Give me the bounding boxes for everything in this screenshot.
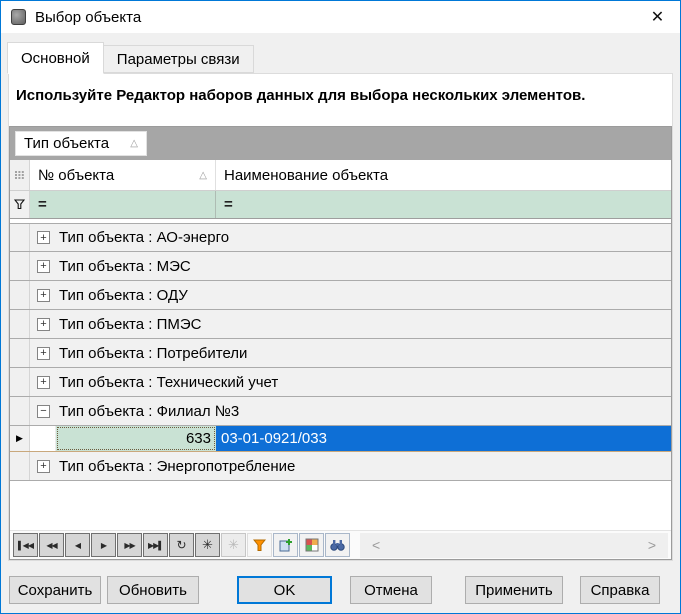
layout-grid-icon bbox=[305, 538, 319, 552]
sort-asc-icon: △ bbox=[130, 138, 138, 149]
group-row-label: Тип объекта : ОДУ bbox=[59, 287, 188, 304]
group-by-column-chip[interactable]: Тип объекта △ bbox=[15, 131, 147, 156]
nav-append-button[interactable]: ✳ bbox=[195, 533, 220, 557]
nav-first-button[interactable]: ▌◀◀ bbox=[13, 533, 38, 557]
group-row[interactable]: + Тип объекта : ПМЭС bbox=[10, 310, 671, 339]
group-row-expanded[interactable]: − Тип объекта : Филиал №3 bbox=[10, 397, 671, 426]
nav-last-button[interactable]: ▶▶▌ bbox=[143, 533, 168, 557]
column-header-row: № объекта △ Наименование объекта bbox=[10, 160, 671, 190]
selected-data-row[interactable]: ▶ 633 03-01-0921/033 bbox=[10, 426, 671, 452]
expand-icon[interactable]: + bbox=[37, 376, 50, 389]
nav-customize-layout-button[interactable] bbox=[299, 533, 324, 557]
nav-refresh-button[interactable]: ↻ bbox=[169, 533, 194, 557]
binoculars-icon bbox=[330, 539, 345, 551]
horizontal-scrollbar[interactable]: < > bbox=[360, 533, 668, 558]
grid-rows-area: + Тип объекта : АО-энерго + Тип объекта … bbox=[10, 219, 671, 530]
tab-params[interactable]: Параметры связи bbox=[104, 45, 254, 73]
group-row-label: Тип объекта : АО-энерго bbox=[59, 229, 229, 246]
instruction-text: Используйте Редактор наборов данных для … bbox=[16, 87, 585, 104]
dialog-button-bar: Сохранить Обновить OK Отмена Применить С… bbox=[1, 561, 680, 613]
column-header-number[interactable]: № объекта △ bbox=[30, 160, 216, 190]
nav-prior-page-button[interactable]: ◀◀ bbox=[39, 533, 64, 557]
title-bar: Выбор объекта ✕ bbox=[1, 1, 680, 33]
group-by-label: Тип объекта bbox=[24, 135, 109, 152]
auto-filter-row: = = bbox=[10, 190, 671, 219]
scroll-left-icon[interactable]: < bbox=[372, 537, 380, 553]
group-row-label: Тип объекта : Филиал №3 bbox=[59, 403, 239, 420]
filter-cell-name[interactable]: = bbox=[216, 191, 671, 218]
column-header-number-label: № объекта bbox=[38, 167, 114, 184]
expand-icon[interactable]: + bbox=[37, 289, 50, 302]
group-row[interactable]: + Тип объекта : МЭС bbox=[10, 252, 671, 281]
ok-button[interactable]: OK bbox=[237, 576, 332, 604]
filter-funnel-orange-icon bbox=[253, 539, 266, 552]
nav-add-object-button[interactable] bbox=[273, 533, 298, 557]
help-button[interactable]: Справка bbox=[580, 576, 660, 604]
close-icon[interactable]: ✕ bbox=[635, 1, 680, 32]
cell-object-number[interactable]: 633 bbox=[56, 426, 216, 451]
group-row-label: Тип объекта : Энергопотребление bbox=[59, 458, 295, 475]
column-header-name-label: Наименование объекта bbox=[224, 167, 388, 184]
nav-next-page-button[interactable]: ▶▶ bbox=[117, 533, 142, 557]
group-row[interactable]: + Тип объекта : Энергопотребление bbox=[10, 452, 671, 481]
refresh-button[interactable]: Обновить bbox=[107, 576, 199, 604]
expand-icon[interactable]: + bbox=[37, 260, 50, 273]
group-row[interactable]: + Тип объекта : Потребители bbox=[10, 339, 671, 368]
cancel-button[interactable]: Отмена bbox=[350, 576, 432, 604]
group-by-panel: Тип объекта △ bbox=[10, 127, 671, 160]
group-row-label: Тип объекта : МЭС bbox=[59, 258, 191, 275]
tab-main[interactable]: Основной bbox=[7, 42, 104, 74]
group-row-label: Тип объекта : Технический учет bbox=[59, 374, 278, 391]
expand-icon[interactable]: + bbox=[37, 231, 50, 244]
group-row-label: Тип объекта : ПМЭС bbox=[59, 316, 202, 333]
collapse-icon[interactable]: − bbox=[37, 405, 50, 418]
apply-button[interactable]: Применить bbox=[465, 576, 563, 604]
filter-funnel-icon bbox=[14, 199, 25, 210]
data-grid: Тип объекта △ № объекта △ bbox=[9, 126, 672, 560]
nav-find-button[interactable] bbox=[325, 533, 350, 557]
group-row-label: Тип объекта : Потребители bbox=[59, 345, 247, 362]
sort-asc-icon: △ bbox=[199, 170, 207, 181]
dialog-window: Выбор объекта ✕ Основной Параметры связи… bbox=[0, 0, 681, 614]
group-row[interactable]: + Тип объекта : Технический учет bbox=[10, 368, 671, 397]
nav-next-button[interactable]: ▶ bbox=[91, 533, 116, 557]
data-navigator: ▌◀◀ ◀◀ ◀ ▶ ▶▶ ▶▶▌ ↻ ✳ ✳ bbox=[10, 530, 671, 559]
expand-icon[interactable]: + bbox=[37, 347, 50, 360]
indicator-menu-icon bbox=[15, 170, 25, 180]
group-row[interactable]: + Тип объекта : ОДУ bbox=[10, 281, 671, 310]
row-indicator: ▶ bbox=[10, 426, 30, 451]
tab-page: Используйте Редактор наборов данных для … bbox=[8, 73, 673, 561]
tab-bar: Основной Параметры связи bbox=[1, 33, 680, 73]
nav-append-disabled-button: ✳ bbox=[221, 533, 246, 557]
nav-filter-button[interactable] bbox=[247, 533, 272, 557]
app-icon bbox=[11, 9, 26, 25]
expand-icon[interactable]: + bbox=[37, 460, 50, 473]
expand-icon[interactable]: + bbox=[37, 318, 50, 331]
filter-row-indicator bbox=[10, 191, 30, 218]
scroll-right-icon[interactable]: > bbox=[648, 537, 656, 553]
column-header-name[interactable]: Наименование объекта bbox=[216, 160, 671, 190]
window-title: Выбор объекта bbox=[35, 9, 141, 26]
group-row[interactable]: + Тип объекта : АО-энерго bbox=[10, 223, 671, 252]
filter-cell-number[interactable]: = bbox=[30, 191, 216, 218]
indicator-header bbox=[10, 160, 30, 190]
save-button[interactable]: Сохранить bbox=[9, 576, 101, 604]
current-row-arrow-icon: ▶ bbox=[16, 433, 23, 444]
cell-object-name[interactable]: 03-01-0921/033 bbox=[216, 426, 671, 451]
nav-prior-button[interactable]: ◀ bbox=[65, 533, 90, 557]
group-indent bbox=[30, 426, 56, 451]
add-document-icon bbox=[279, 538, 293, 552]
